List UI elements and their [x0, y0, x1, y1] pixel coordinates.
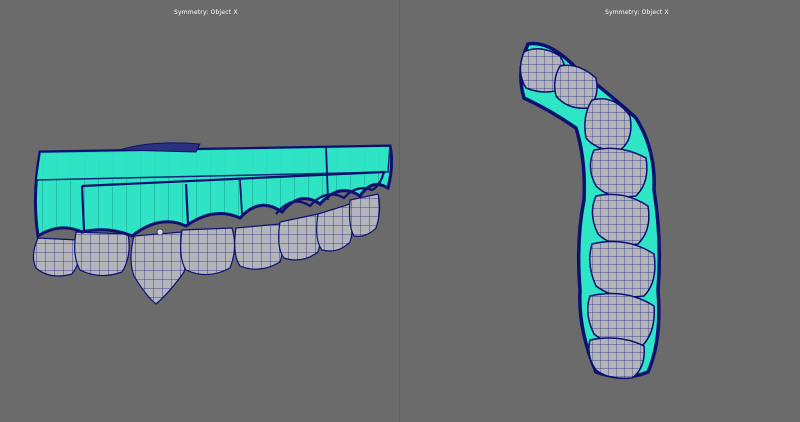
side-view-teeth-mesh[interactable] [400, 0, 800, 422]
front-view-teeth-mesh[interactable] [0, 0, 400, 422]
3d-modeling-app: Symmetry: Object X Symmetry: Object X [0, 0, 800, 422]
viewport-front[interactable]: Symmetry: Object X [0, 0, 400, 422]
viewport-side[interactable]: Symmetry: Object X [400, 0, 800, 422]
